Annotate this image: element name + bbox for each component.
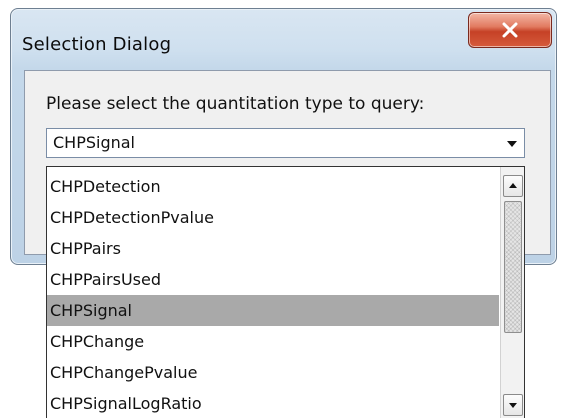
list-item[interactable]: CHPChangePvalue: [47, 357, 499, 388]
window-title: Selection Dialog: [22, 34, 172, 55]
dropdown-items: CHPDetection CHPDetectionPvalue CHPPairs…: [47, 171, 499, 418]
prompt-label: Please select the quantitation type to q…: [46, 94, 425, 114]
arrow-down-icon: [509, 403, 517, 408]
scroll-thumb[interactable]: [504, 201, 522, 333]
list-item[interactable]: CHPDetection: [47, 171, 499, 202]
list-item[interactable]: CHPPairsUsed: [47, 264, 499, 295]
dropdown-scrollbar[interactable]: [500, 167, 524, 418]
close-icon: [502, 22, 518, 38]
close-button[interactable]: [468, 12, 552, 48]
scroll-up-button[interactable]: [503, 175, 523, 197]
arrow-up-icon: [509, 183, 517, 188]
list-item[interactable]: CHPSignalLogRatio: [47, 388, 499, 418]
scroll-down-button[interactable]: [503, 394, 523, 416]
list-item[interactable]: CHPSignal: [47, 295, 499, 326]
quantitation-type-dropdown[interactable]: CHPSignal: [46, 128, 525, 158]
chevron-down-icon: [507, 141, 517, 147]
list-item[interactable]: CHPDetectionPvalue: [47, 202, 499, 233]
combo-selected-value: CHPSignal: [53, 133, 135, 152]
list-item[interactable]: CHPPairs: [47, 233, 499, 264]
list-item[interactable]: CHPChange: [47, 326, 499, 357]
dropdown-list: CHPDetection CHPDetectionPvalue CHPPairs…: [46, 166, 525, 418]
